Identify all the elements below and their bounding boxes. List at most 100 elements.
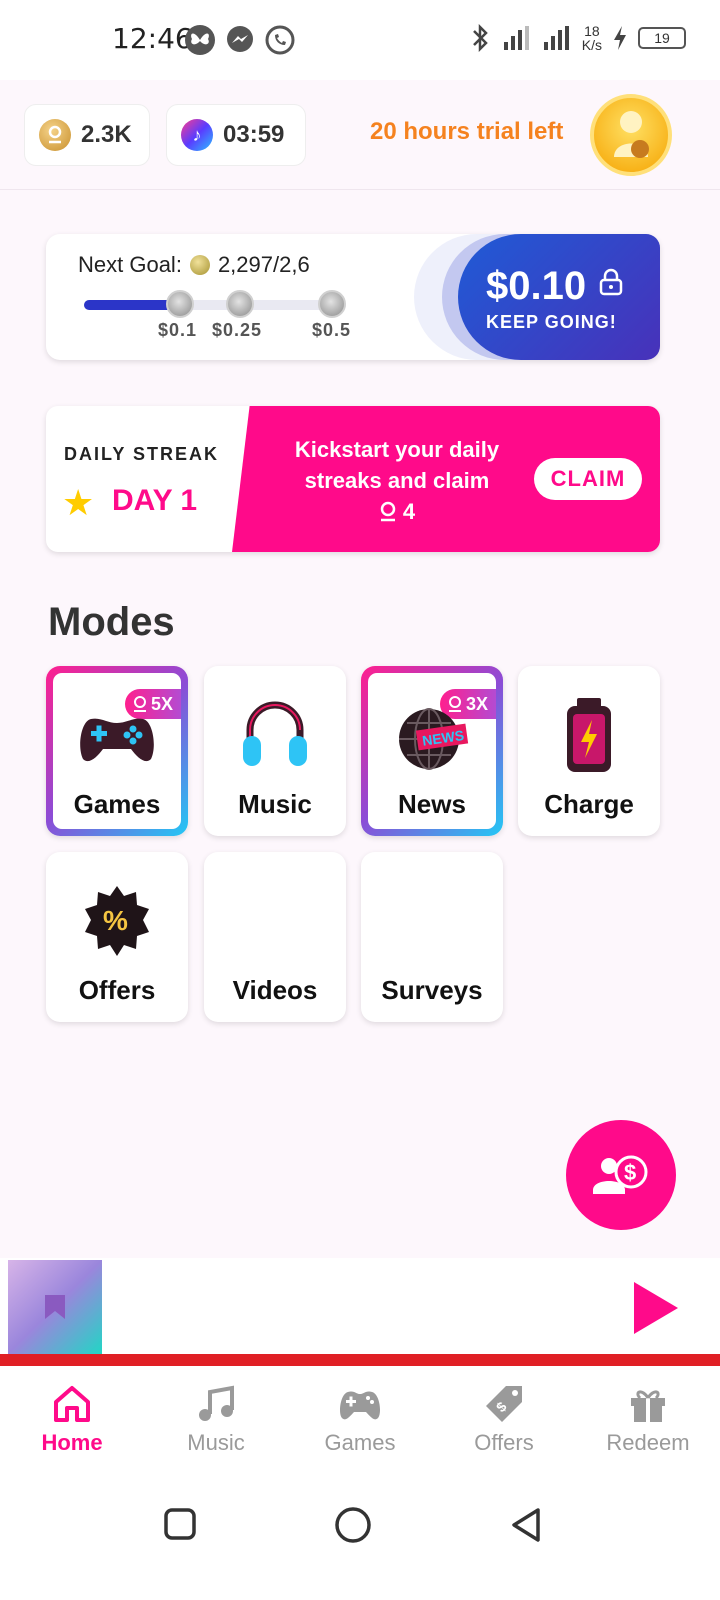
nav-item-redeem[interactable]: Redeem	[576, 1366, 720, 1486]
recent-apps-icon[interactable]	[162, 1506, 198, 1542]
milestone-label: $0.5	[312, 320, 352, 340]
home-circle-icon[interactable]	[334, 1506, 372, 1544]
news-globe-icon: NEWS	[395, 703, 469, 773]
network-speed: 18 K/s	[581, 23, 602, 53]
goal-progress-track	[84, 300, 346, 310]
mode-tile-news[interactable]: 3X NEWS News	[361, 666, 503, 836]
charging-icon	[614, 26, 626, 50]
streak-title: DAILY STREAK	[64, 444, 220, 464]
music-timer-value: 03:59	[223, 121, 285, 148]
mode-tile-label: Games	[73, 789, 161, 819]
music-timer[interactable]: ♪ 03:59	[166, 104, 306, 166]
play-button[interactable]	[634, 1282, 678, 1334]
nav-item-games[interactable]: Games	[288, 1366, 432, 1486]
signal-2-icon	[543, 26, 569, 50]
goal-reward-panel: $0.10 KEEP GOING!	[458, 234, 660, 360]
svg-text:%: %	[103, 905, 128, 936]
streak-panel: Kickstart your daily streaks and claim 4…	[232, 406, 660, 552]
multiplier-badge-value: 3X	[465, 693, 488, 714]
streak-reward: 4	[262, 496, 532, 527]
messenger-icon	[227, 26, 253, 52]
nav-label: Music	[187, 1430, 245, 1455]
music-icon	[199, 1385, 234, 1421]
battery-indicator: 19	[638, 27, 686, 49]
coin-balance-value: 2.3K	[81, 121, 132, 148]
tag-icon: $	[486, 1386, 522, 1422]
status-time: 12:46	[112, 22, 193, 55]
streak-day: DAY 1	[112, 484, 198, 517]
mode-tile-label: Videos	[232, 975, 318, 1005]
mode-tile-charge[interactable]: Charge	[518, 666, 660, 836]
mode-tile-games[interactable]: 5X Games	[46, 666, 188, 836]
gamepad-icon	[77, 707, 157, 767]
milestone-label: $0.1	[158, 320, 198, 340]
nav-label: Offers	[474, 1430, 534, 1455]
gamepad-icon	[340, 1391, 380, 1420]
nav-item-home[interactable]: Home	[0, 1366, 144, 1486]
avatar[interactable]	[590, 94, 672, 176]
milestone-label: $0.25	[212, 320, 263, 340]
star-icon: ★	[62, 482, 95, 523]
streak-reward-value: 4	[402, 499, 416, 524]
nav-label: Games	[324, 1430, 396, 1455]
mode-tile-label: Surveys	[381, 975, 483, 1005]
mode-tile-label: News	[398, 789, 466, 819]
butterfly-app-icon	[185, 25, 215, 55]
goal-progress-fill	[84, 300, 176, 310]
trial-text[interactable]: 20 hours trial left	[370, 118, 563, 146]
goal-coin-icon	[189, 255, 210, 275]
next-goal-card[interactable]: Next Goal: 2,297/2,6 $0.1 $0.25 $0.5 $0.…	[46, 234, 660, 360]
mode-tile-label: Charge	[544, 789, 634, 819]
mode-tile-surveys[interactable]: Surveys	[361, 852, 503, 1022]
signal-icon	[503, 26, 529, 50]
music-note-icon: ♪	[181, 119, 213, 151]
app-header: 2.3K ♪ 03:59 20 hours trial left	[0, 80, 720, 190]
coin-balance[interactable]: 2.3K	[24, 104, 150, 166]
bluetooth-icon	[472, 24, 488, 52]
nav-label: Home	[41, 1430, 103, 1455]
home-icon	[54, 1386, 90, 1422]
headphones-icon	[240, 696, 310, 772]
next-goal-label: Next Goal: 2,297/2,6	[78, 252, 310, 278]
goal-progress-text: 2,297/2,6	[217, 252, 310, 277]
earn-money-fab[interactable]: $	[566, 1120, 676, 1230]
goal-reward-subtitle: KEEP GOING!	[486, 312, 617, 332]
bookmark-icon	[45, 1295, 65, 1319]
track-artwork	[8, 1260, 102, 1354]
nav-item-offers[interactable]: $ Offers	[432, 1366, 576, 1486]
coin-icon	[380, 501, 396, 521]
daily-streak-card: DAILY STREAK ★ DAY 1 Kickstart your dail…	[46, 406, 660, 552]
status-bar: 12:46 18 K/s 19	[0, 0, 720, 80]
battery-charge-icon	[559, 696, 619, 776]
modes-title: Modes	[48, 600, 175, 644]
milestone-coin-icon	[318, 290, 346, 318]
gift-icon	[631, 1390, 665, 1422]
coin-icon	[39, 119, 71, 151]
milestone-coin-icon	[166, 290, 194, 318]
streak-message-line: Kickstart your daily	[294, 437, 500, 462]
mini-player[interactable]	[0, 1258, 720, 1358]
avatar-figure-icon	[614, 111, 649, 158]
bottom-nav: Home Music Games $ Offers Redeem	[0, 1366, 720, 1486]
mode-tile-videos[interactable]: Videos	[204, 852, 346, 1022]
user-dollar-icon: $	[593, 1155, 648, 1194]
back-icon[interactable]	[508, 1506, 544, 1544]
svg-text:$: $	[624, 1160, 636, 1185]
claim-button[interactable]: CLAIM	[534, 458, 642, 500]
discount-badge-icon: %	[83, 884, 151, 958]
mode-tile-label: Offers	[78, 975, 156, 1005]
mode-tile-label: Music	[238, 789, 312, 819]
system-nav-bar	[0, 1486, 720, 1600]
whatsapp-icon	[265, 25, 295, 55]
streak-message: Kickstart your daily streaks and claim 4	[262, 434, 532, 527]
nav-item-music[interactable]: Music	[144, 1366, 288, 1486]
lock-icon	[599, 268, 623, 296]
milestone-coin-icon	[226, 290, 254, 318]
mode-tile-music[interactable]: Music	[204, 666, 346, 836]
mode-tile-offers[interactable]: % Offers	[46, 852, 188, 1022]
nav-label: Redeem	[606, 1430, 690, 1455]
streak-message-line: streaks and claim	[304, 468, 490, 493]
goal-reward-amount: $0.10	[486, 264, 587, 308]
next-goal-title: Next Goal:	[78, 252, 182, 277]
player-progress-bar[interactable]	[0, 1354, 720, 1366]
